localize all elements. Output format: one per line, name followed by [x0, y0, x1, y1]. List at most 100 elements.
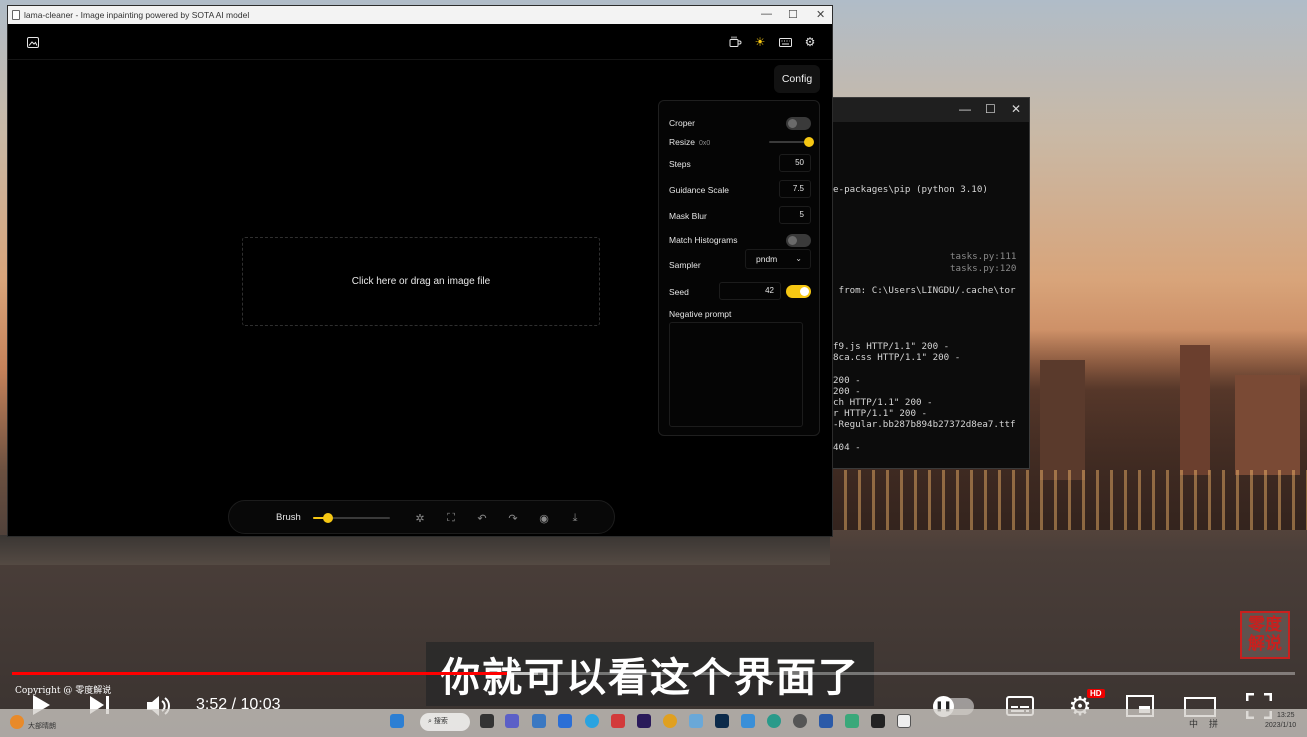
- wallpaper-bridge: [0, 535, 830, 565]
- video-progress-bar[interactable]: [12, 672, 1295, 675]
- video-progress-fill: [12, 672, 508, 675]
- steps-input[interactable]: 50: [779, 154, 811, 172]
- sun-icon[interactable]: ☀: [752, 34, 768, 50]
- terminal-line: -Regular.bb287b894b27372d8ea7.ttf: [833, 419, 1016, 430]
- photos-icon[interactable]: [689, 714, 703, 728]
- chrome-icon[interactable]: [663, 714, 677, 728]
- mask-blur-input[interactable]: 5: [779, 206, 811, 224]
- terminal-line: e-packages\pip (python 3.10): [833, 184, 988, 195]
- terminal-window[interactable]: — ☐ ✕ e-packages\pip (python 3.10) tasks…: [822, 97, 1030, 469]
- sampler-select[interactable]: pndm ⌄: [745, 249, 811, 269]
- toggle-knob: [788, 236, 797, 245]
- guidance-scale-input[interactable]: 7.5: [779, 180, 811, 198]
- resize-slider[interactable]: [769, 141, 809, 143]
- eye-icon[interactable]: ◉: [536, 510, 552, 526]
- wallpaper-tower: [1180, 345, 1210, 475]
- clock-date[interactable]: 2023/1/10: [1265, 722, 1296, 729]
- terminal-output: e-packages\pip (python 3.10) tasks.py:11…: [833, 98, 1029, 453]
- coffee-icon[interactable]: [727, 34, 743, 50]
- resize-label-text: Resize: [669, 137, 695, 147]
- seed-input[interactable]: 42: [719, 282, 781, 300]
- image-dropzone[interactable]: Click here or drag an image file: [242, 237, 600, 326]
- weather-icon[interactable]: [10, 715, 24, 729]
- brush-size-thumb[interactable]: [323, 513, 334, 523]
- window-title: lama-cleaner - Image inpainting powered …: [24, 10, 250, 20]
- download-icon[interactable]: ⤓: [567, 510, 583, 526]
- windows-taskbar: 大部晴朗 ⌕ 搜索 中 拼 13:25 2023/1/10: [0, 709, 1307, 737]
- mail-icon[interactable]: [532, 714, 546, 728]
- terminal-line: tasks.py:111: [950, 251, 1017, 262]
- terminal-line: r HTTP/1.1" 200 -: [833, 408, 928, 419]
- chat-icon[interactable]: [505, 714, 519, 728]
- seed-toggle[interactable]: [786, 285, 811, 298]
- terminal-line: 200 -: [833, 375, 861, 386]
- terminal-line: ch HTTP/1.1" 200 -: [833, 397, 933, 408]
- vivaldi-icon[interactable]: [611, 714, 625, 728]
- resize-size: 0x0: [698, 140, 711, 147]
- croper-toggle[interactable]: [786, 117, 811, 130]
- edge-icon[interactable]: [767, 714, 781, 728]
- wallpaper-tower: [1235, 375, 1300, 475]
- brush-label: Brush: [276, 512, 301, 523]
- wallpaper-tower: [1040, 360, 1085, 480]
- redo-icon[interactable]: ↷: [505, 510, 521, 526]
- settings-panel: Croper Resize 0x0 Steps 50 Guidance Scale…: [658, 100, 820, 436]
- terminal-icon[interactable]: [871, 714, 885, 728]
- photoshop-icon[interactable]: [715, 714, 729, 728]
- negative-prompt-textarea[interactable]: [669, 322, 803, 427]
- terminal-line: tasks.py:120: [950, 263, 1017, 274]
- match-histograms-label: Match Histograms: [669, 235, 738, 245]
- config-button[interactable]: Config: [774, 65, 820, 93]
- toggle-knob: [788, 119, 797, 128]
- hd-badge: HD: [1087, 689, 1105, 698]
- weather-text: 大部晴朗: [28, 723, 56, 730]
- resize-label: Resize 0x0: [669, 137, 710, 147]
- taskbar-search[interactable]: ⌕ 搜索: [420, 713, 470, 731]
- close-icon[interactable]: ✕: [816, 8, 825, 21]
- terminal-line: f9.js HTTP/1.1" 200 -: [833, 341, 950, 352]
- media-icon[interactable]: [793, 714, 807, 728]
- fullscreen-icon[interactable]: ⛶: [443, 510, 459, 526]
- editor-toolbar: Brush ✲ ⛶ ↶ ↷ ◉ ⤓: [228, 500, 615, 534]
- terminal-line: 404 -: [833, 442, 861, 453]
- magic-icon[interactable]: ✲: [412, 510, 428, 526]
- toggle-knob: [800, 287, 809, 296]
- phone-icon[interactable]: [845, 714, 859, 728]
- windows-start-icon[interactable]: [390, 714, 404, 728]
- terminal-line: 200 -: [833, 386, 861, 397]
- word-icon[interactable]: [819, 714, 833, 728]
- premiere-icon[interactable]: [637, 714, 651, 728]
- guidance-scale-label: Guidance Scale: [669, 185, 730, 195]
- image-icon[interactable]: [25, 34, 41, 50]
- clock-time[interactable]: 13:25: [1277, 712, 1295, 719]
- app-header: ☀ ⚙: [8, 24, 832, 60]
- chevron-down-icon: ⌄: [795, 254, 802, 263]
- mask-blur-label: Mask Blur: [669, 211, 707, 221]
- minimize-icon[interactable]: —: [761, 8, 772, 20]
- croper-label: Croper: [669, 118, 695, 128]
- task-view-icon[interactable]: [480, 714, 494, 728]
- dropzone-text: Click here or drag an image file: [351, 276, 491, 287]
- sampler-label: Sampler: [669, 260, 701, 270]
- search-label: 搜索: [433, 718, 448, 725]
- wallpaper-lights: [830, 470, 1307, 530]
- keyboard-icon[interactable]: [777, 34, 793, 50]
- lama-cleaner-window[interactable]: lama-cleaner - Image inpainting powered …: [7, 5, 833, 537]
- window-titlebar[interactable]: lama-cleaner - Image inpainting powered …: [8, 6, 832, 24]
- undo-icon[interactable]: ↶: [474, 510, 490, 526]
- maximize-icon[interactable]: ☐: [788, 8, 798, 21]
- gear-icon[interactable]: ⚙: [802, 34, 818, 50]
- ime-mode[interactable]: 拼: [1209, 717, 1218, 730]
- resize-slider-thumb[interactable]: [804, 137, 814, 147]
- steps-label: Steps: [669, 159, 691, 169]
- todo-icon[interactable]: [558, 714, 572, 728]
- terminal-line: from: C:\Users\LINGDU/.cache\tor: [833, 285, 1016, 296]
- seed-label: Seed: [669, 287, 689, 297]
- match-histograms-toggle[interactable]: [786, 234, 811, 247]
- ime-indicator[interactable]: 中: [1189, 717, 1198, 730]
- notepad-icon[interactable]: [897, 714, 911, 728]
- store-icon[interactable]: [741, 714, 755, 728]
- watermark-seal: 零度解说: [1240, 611, 1290, 659]
- negative-prompt-label: Negative prompt: [669, 309, 732, 319]
- telegram-icon[interactable]: [585, 714, 599, 728]
